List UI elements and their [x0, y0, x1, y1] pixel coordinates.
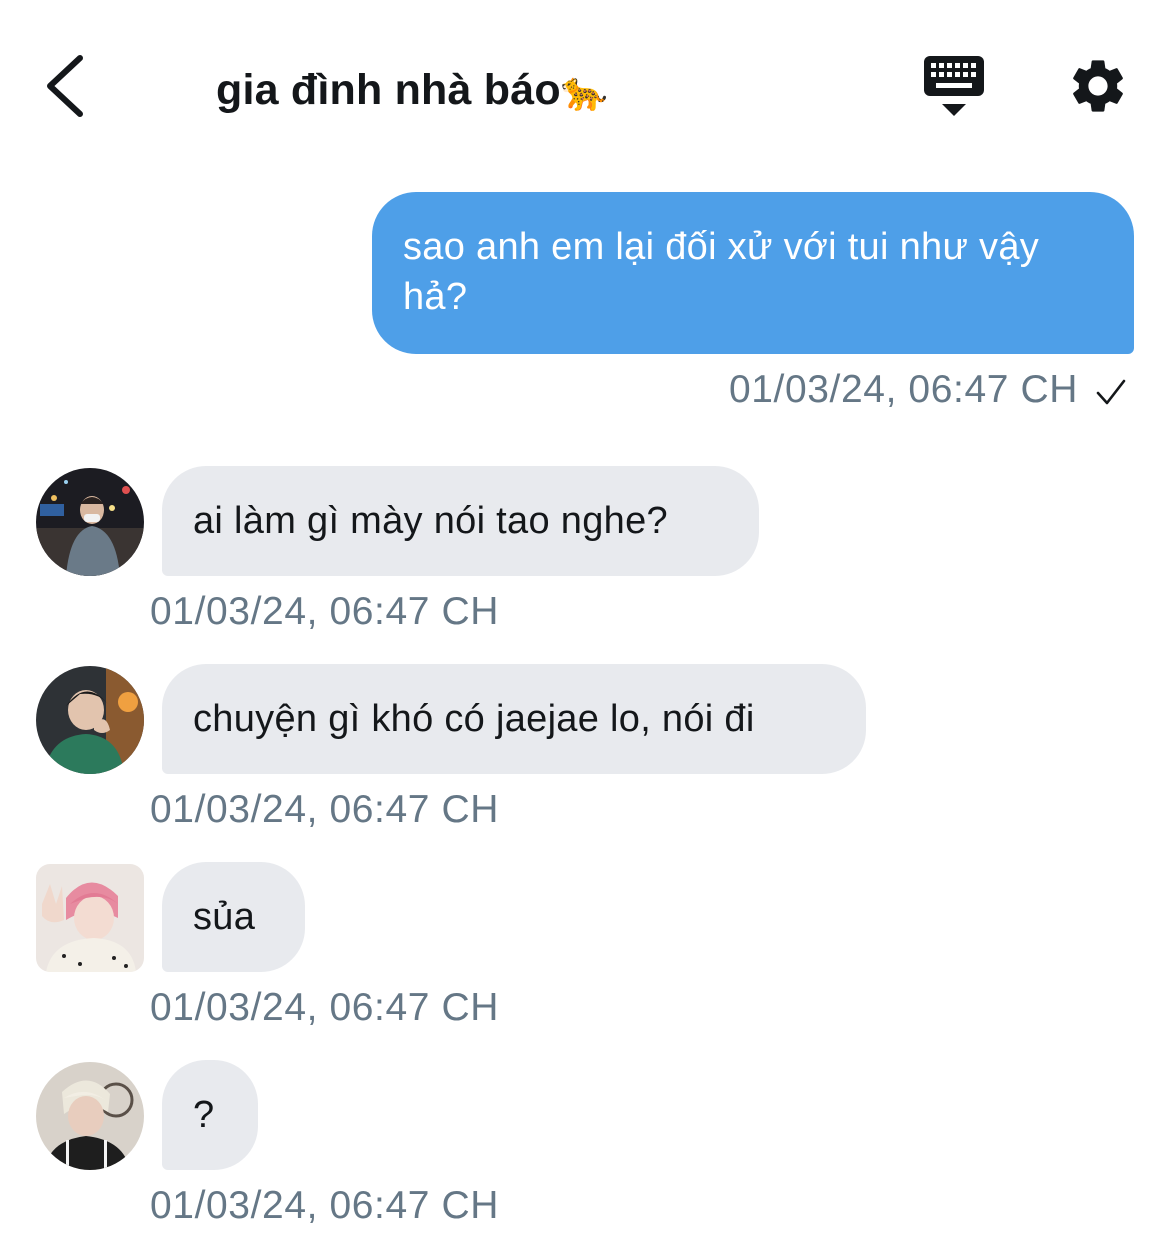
user-avatar-photo	[36, 468, 144, 576]
incoming-message-bubble[interactable]: ?	[162, 1060, 258, 1170]
avatar[interactable]	[36, 864, 144, 972]
incoming-message-bubble[interactable]: chuyện gì khó có jaejae lo, nói đi	[162, 664, 866, 774]
avatar[interactable]	[36, 468, 144, 576]
chevron-left-icon	[47, 55, 83, 117]
chat-title-text: gia đình nhà báo	[216, 66, 561, 114]
message-timestamp: 01/03/24, 06:47 CH	[728, 368, 1078, 411]
message-timestamp: 01/03/24, 06:47 CH	[150, 1184, 500, 1227]
leopard-emoji: 🐆	[560, 71, 609, 113]
message-timestamp: 01/03/24, 06:47 CH	[150, 986, 500, 1029]
message-text: ai làm gì mày nói tao nghe?	[193, 500, 668, 542]
user-avatar-photo	[36, 1062, 144, 1170]
settings-button[interactable]	[1066, 54, 1130, 118]
keyboard-hide-icon	[924, 56, 984, 116]
outgoing-message-bubble[interactable]: sao anh em lại đối xử với tui như vậy hả…	[372, 192, 1134, 354]
keyboard-toggle-button[interactable]	[918, 52, 990, 122]
gear-icon	[1073, 60, 1123, 112]
avatar[interactable]	[36, 666, 144, 774]
message-text: sao anh em lại đối xử với tui như vậy hả…	[403, 226, 1040, 318]
back-button[interactable]	[38, 50, 98, 120]
checkmark-icon	[1096, 379, 1126, 405]
chat-title: gia đình nhà báo🐆	[216, 62, 608, 120]
user-avatar-photo	[36, 666, 144, 774]
message-text: ?	[193, 1094, 215, 1136]
message-timestamp: 01/03/24, 06:47 CH	[150, 788, 500, 831]
message-text: chuyện gì khó có jaejae lo, nói đi	[193, 698, 755, 740]
avatar[interactable]	[36, 1062, 144, 1170]
user-avatar-photo	[36, 864, 144, 972]
chat-header: gia đình nhà báo🐆	[0, 0, 1170, 170]
incoming-message-bubble[interactable]: ai làm gì mày nói tao nghe?	[162, 466, 759, 576]
incoming-message-bubble[interactable]: sủa	[162, 862, 305, 972]
message-text: sủa	[193, 896, 256, 938]
message-timestamp: 01/03/24, 06:47 CH	[150, 590, 500, 633]
